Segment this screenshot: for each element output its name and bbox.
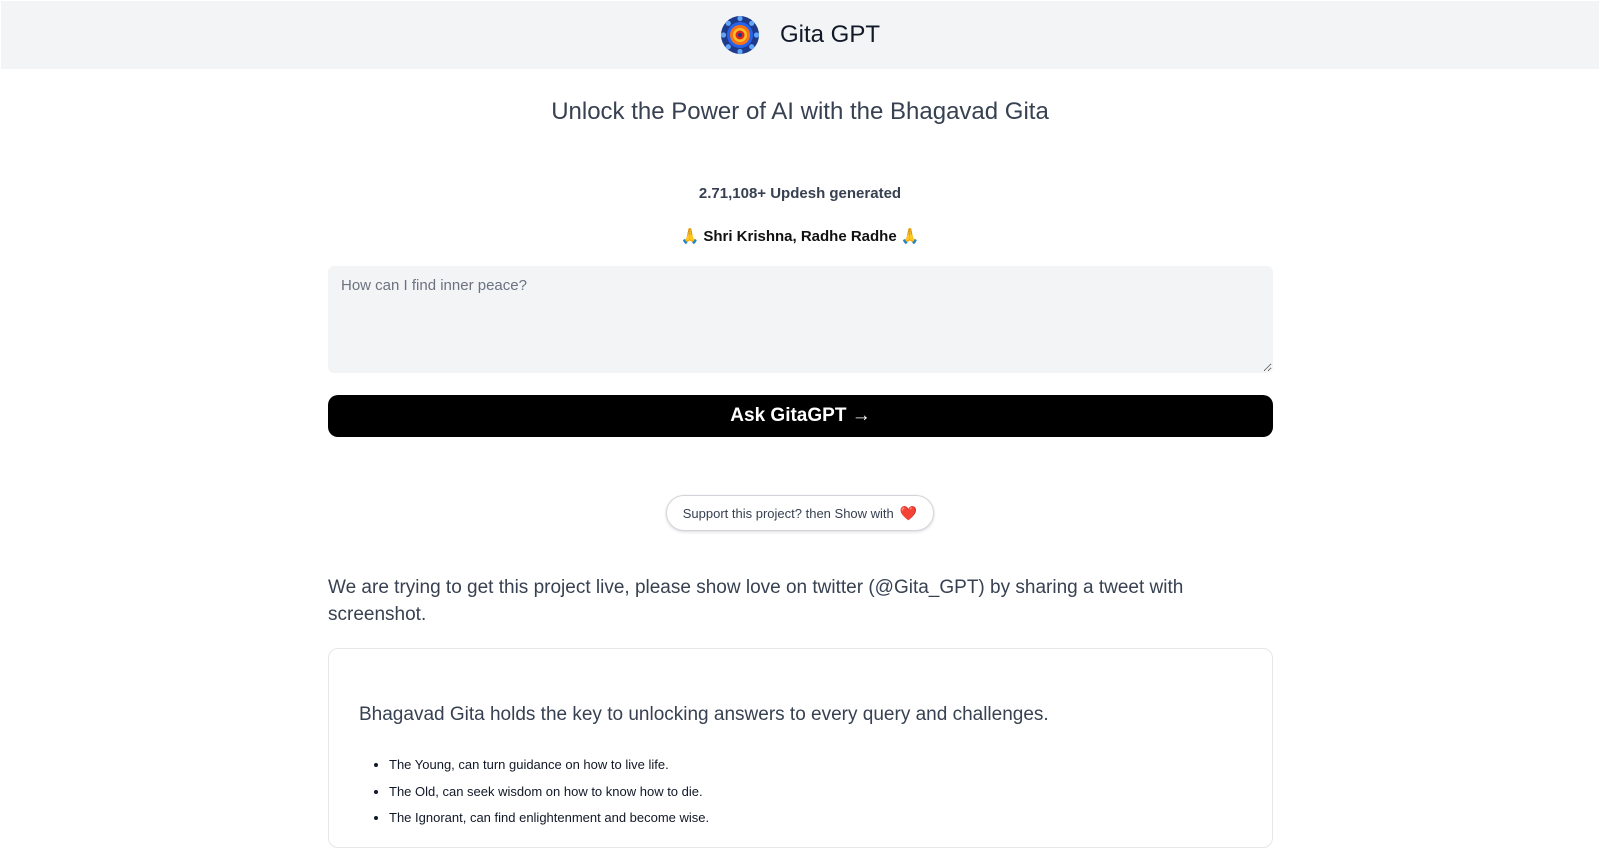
page-tagline: Unlock the Power of AI with the Bhagavad… [551, 98, 1049, 125]
blessing-text: 🙏 Shri Krishna, Radhe Radhe 🙏 [680, 228, 920, 245]
list-item: The Old, can seek wisdom on how to know … [389, 779, 1242, 806]
twitter-appeal-text: We are trying to get this project live, … [328, 577, 1184, 625]
mandala-logo-icon[interactable] [720, 15, 760, 55]
list-item: The Young, can turn guidance on how to l… [389, 752, 1242, 779]
gita-info-card: Bhagavad Gita holds the key to unlocking… [328, 648, 1273, 848]
support-project-button[interactable]: Support this project? then Show with ❤️ [666, 495, 934, 531]
ask-gitagpt-button[interactable]: Ask GitaGPT → [328, 395, 1273, 437]
support-button-label: Support this project? then Show with [682, 505, 894, 521]
heart-icon: ❤️ [899, 504, 918, 521]
question-input[interactable] [328, 266, 1273, 373]
list-item: The Ignorant, can find enlightenment and… [389, 805, 1242, 832]
card-heading: Bhagavad Gita holds the key to unlocking… [359, 704, 1049, 725]
site-header: Gita GPT [1, 1, 1599, 69]
site-title[interactable]: Gita GPT [780, 21, 880, 49]
audience-list: The Young, can turn guidance on how to l… [359, 752, 1242, 832]
updesh-counter: 2.71,108+ Updesh generated [698, 185, 902, 202]
ask-button-label: Ask GitaGPT → [730, 405, 871, 426]
